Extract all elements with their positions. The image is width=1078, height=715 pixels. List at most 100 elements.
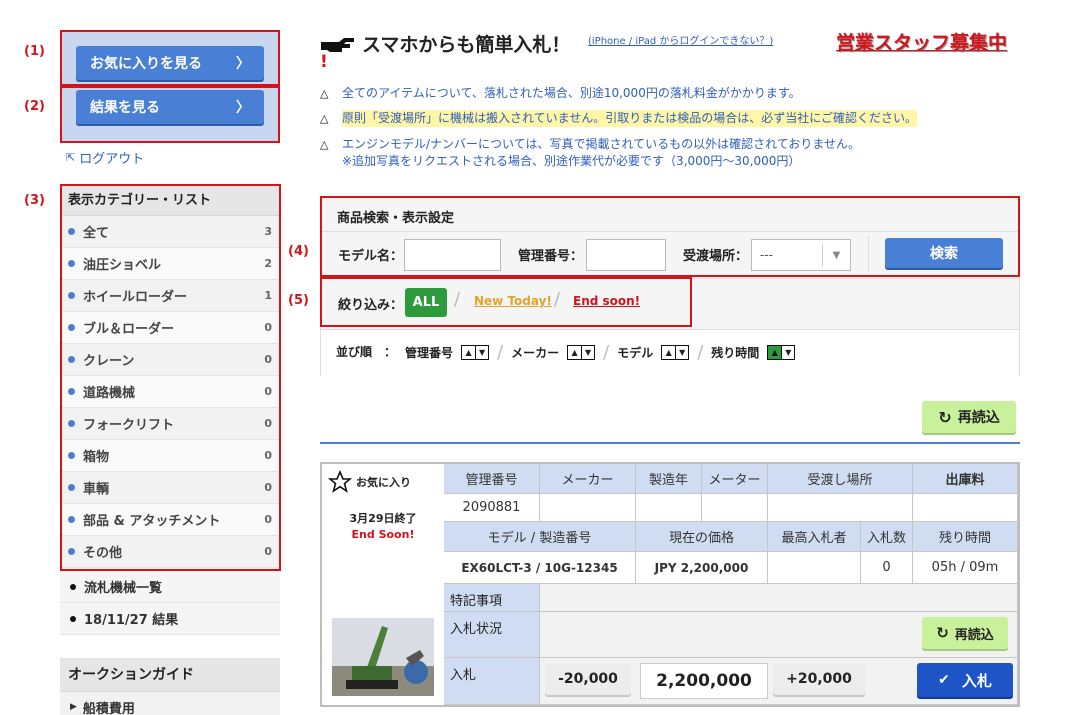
sort-item-label: モデル xyxy=(617,346,654,360)
place-bid-button[interactable]: ✔ 入札 xyxy=(917,663,1013,697)
triangle-right-icon: ▶ xyxy=(70,702,77,712)
sort-up-icon[interactable]: ▲ xyxy=(662,346,675,359)
top-bidder-value xyxy=(768,552,861,584)
end-date: 3月29日終了 xyxy=(349,512,417,525)
guide-item-shipping[interactable]: ▶ 船積費用 xyxy=(60,692,280,715)
annotation-box-5 xyxy=(320,277,692,327)
logout-link[interactable]: ⇱ ログアウト xyxy=(66,148,144,167)
sort-up-icon[interactable]: ▲ xyxy=(568,346,581,359)
auction-guide: オークションガイド ▶ 船積費用 xyxy=(60,658,280,715)
favorite-toggle[interactable]: お気に入り xyxy=(328,470,411,494)
sort-up-icon[interactable]: ▲ xyxy=(768,346,782,359)
fee-value xyxy=(913,494,1018,522)
divider-blue xyxy=(320,442,1020,444)
recruit-link[interactable]: 営業スタッフ募集中 xyxy=(836,28,1007,55)
price-value: JPY 2,200,000 xyxy=(636,552,768,584)
maker-value xyxy=(540,494,636,522)
logout-label: ログアウト xyxy=(79,152,145,167)
bid-increase-button[interactable]: +20,000 xyxy=(773,663,865,695)
sort-down-icon[interactable]: ▼ xyxy=(475,346,488,359)
col-header-fee: 出庫料 xyxy=(913,464,1018,494)
headline: スマホからも簡単入札！ xyxy=(320,30,570,57)
col-header-time-left: 残り時間 xyxy=(913,522,1018,552)
sort-item-label: 残り時間 xyxy=(711,346,760,360)
mgmt-number-value: 2090881 xyxy=(444,494,540,522)
col-header-place: 受渡し場所 xyxy=(768,464,913,494)
end-soon-badge: End Soon! xyxy=(351,528,415,541)
logout-icon: ⇱ xyxy=(66,151,76,164)
year-value xyxy=(636,494,702,522)
sort-down-icon[interactable]: ▼ xyxy=(781,346,794,359)
favorite-label: お気に入り xyxy=(356,476,411,489)
time-left-value: 05h / 09m xyxy=(913,552,1018,584)
place-bid-label: 入札 xyxy=(961,671,992,690)
annotation-label-5: (5) xyxy=(288,293,309,308)
bid-label: 入札 xyxy=(444,658,540,705)
annotation-box-2 xyxy=(60,86,280,143)
sort-label: 並び順 ： xyxy=(336,345,397,359)
notice-text: 原則「受渡場所」に機械は搬入されていません。引取りまたは検品の場合は、必ず当社に… xyxy=(342,110,918,127)
sort-toggle-active[interactable]: ▲ ▼ xyxy=(767,345,796,360)
sidebar-item-unsold-list[interactable]: 流札機械一覧 xyxy=(60,571,280,603)
annotation-label-1: (1) xyxy=(24,44,45,59)
col-header-mgmt: 管理番号 xyxy=(444,464,540,494)
notes-label: 特記事項 xyxy=(444,584,540,612)
headline-text: スマホからも簡単入札！ xyxy=(362,34,571,56)
bid-count-value: 0 xyxy=(861,552,913,584)
notice-item: △ エンジンモデル/ナンバーについては、写真で掲載されているもの以外は確認されて… xyxy=(320,136,860,170)
refresh-icon: ↻ xyxy=(936,624,949,642)
item-reload-button[interactable]: ↻ 再読込 xyxy=(922,617,1008,649)
col-header-maker: メーカー xyxy=(540,464,636,494)
col-header-top-bidder: 最高入札者 xyxy=(768,522,861,552)
annotation-box-1 xyxy=(60,30,280,86)
col-header-year: 製造年 xyxy=(636,464,702,494)
sidebar-item-label: 18/11/27 結果 xyxy=(84,613,179,628)
bid-decrease-button[interactable]: -20,000 xyxy=(545,663,631,695)
model-value: EX60LCT-3 / 10G-12345 xyxy=(444,552,636,584)
bullet-icon xyxy=(70,583,76,590)
sidebar-item-label: 流札機械一覧 xyxy=(84,581,163,596)
refresh-icon: ↻ xyxy=(938,407,952,427)
login-help-link[interactable]: (iPhone / iPad からログインできない？) xyxy=(588,32,773,47)
star-outline-icon[interactable] xyxy=(328,470,352,494)
bid-amount-input[interactable]: 2,200,000 xyxy=(640,663,768,699)
check-icon: ✔ xyxy=(938,672,950,688)
bid-status-label: 入札状況 xyxy=(444,612,540,658)
notice-subtext: ※追加写真をリクエストされる場合、別途作業代が必要です（3,000円〜30,00… xyxy=(342,154,801,168)
guide-item-label: 船積費用 xyxy=(82,701,135,715)
reload-button-label: 再読込 xyxy=(957,410,1000,426)
sort-toggle[interactable]: ▲ ▼ xyxy=(661,345,690,360)
reload-button[interactable]: ↻ 再読込 xyxy=(922,401,1016,433)
sort-down-icon[interactable]: ▼ xyxy=(581,346,594,359)
notice-text: エンジンモデル/ナンバーについては、写真で掲載されているもの以外は確認されており… xyxy=(342,137,861,151)
sort-item-label: 管理番号 xyxy=(405,346,454,360)
notice-item: △ 原則「受渡場所」に機械は搬入されていません。引取りまたは検品の場合は、必ず当… xyxy=(320,110,918,127)
col-header-bid-count: 入札数 xyxy=(861,522,913,552)
separator: / xyxy=(697,342,704,363)
auction-guide-title: オークションガイド xyxy=(60,658,280,692)
recruit-tail: ! xyxy=(320,52,328,72)
place-value xyxy=(768,494,913,522)
meter-value xyxy=(702,494,768,522)
warning-triangle-icon: △ xyxy=(320,87,329,100)
separator: / xyxy=(497,342,504,363)
annotation-label-2: (2) xyxy=(24,99,45,114)
annotation-box-4 xyxy=(320,196,1020,277)
notice-text-block: エンジンモデル/ナンバーについては、写真で掲載されているもの以外は確認されており… xyxy=(342,136,860,170)
col-header-model: モデル / 製造番号 xyxy=(444,522,636,552)
sort-down-icon[interactable]: ▼ xyxy=(675,346,688,359)
sort-up-icon[interactable]: ▲ xyxy=(462,346,475,359)
col-header-price: 現在の価格 xyxy=(636,522,768,552)
sidebar-item-past-results[interactable]: 18/11/27 結果 xyxy=(60,603,280,635)
sort-toggle[interactable]: ▲ ▼ xyxy=(567,345,596,360)
pointing-hand-icon xyxy=(321,37,354,52)
item-reload-label: 再読込 xyxy=(954,627,994,643)
annotation-label-3: (3) xyxy=(24,193,45,208)
col-header-meter: メーター xyxy=(702,464,768,494)
sort-toggle[interactable]: ▲ ▼ xyxy=(461,345,490,360)
notes-value xyxy=(540,584,1018,612)
item-photo[interactable] xyxy=(332,618,434,696)
notice-item: △ 全てのアイテムについて、落札された場合、別途10,000円の落札料金がかかり… xyxy=(320,85,801,102)
bullet-icon xyxy=(70,615,76,622)
separator: / xyxy=(603,342,610,363)
